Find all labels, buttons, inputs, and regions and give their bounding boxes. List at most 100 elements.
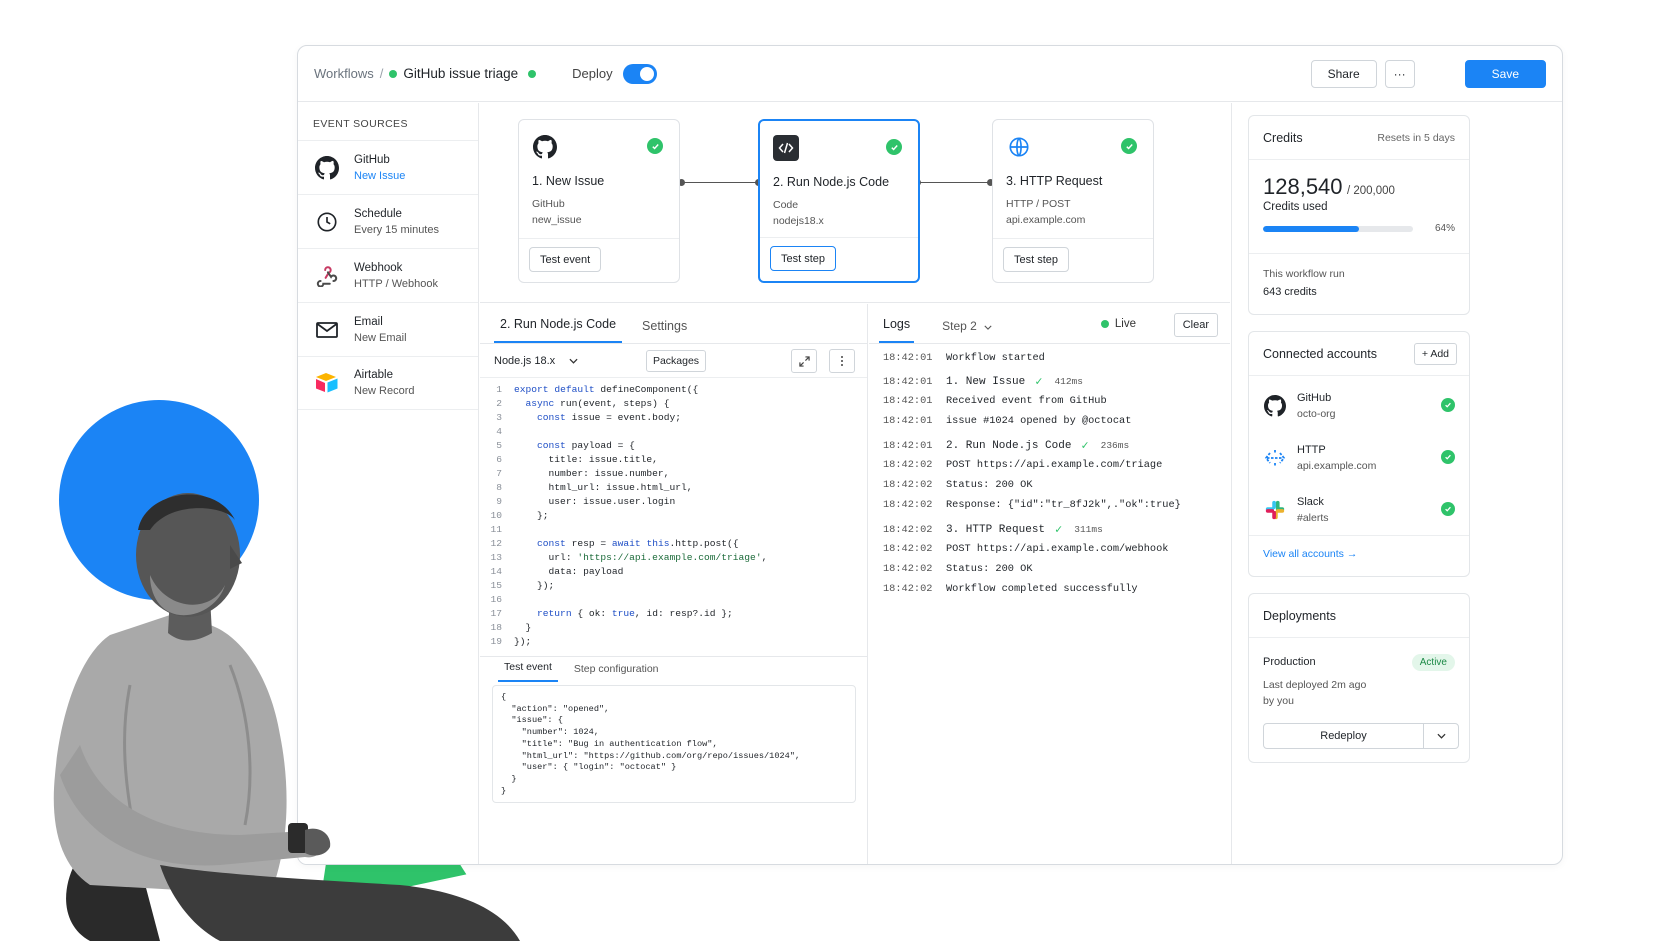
http-icon [1263,446,1287,470]
breadcrumb-workflows[interactable]: Workflows [314,66,374,81]
editor-tabs: 2. Run Node.js Code Settings [480,304,867,344]
source-email[interactable]: Email New Email [298,302,478,356]
github-icon [314,155,340,181]
share-button[interactable]: Share [1310,59,1377,88]
vertical-dots-icon [841,356,843,366]
chevron-down-icon [569,358,578,364]
account-slack[interactable]: Slack #alerts [1249,484,1469,536]
code-icon [773,135,799,161]
source-airtable[interactable]: Airtable New Record [298,356,478,410]
right-panel: Credits Resets in 5 days 128,540 / 200,0… [1231,103,1562,864]
deployment-env: Production [1263,656,1316,668]
drag-handle-button[interactable] [829,349,855,373]
packages-button[interactable]: Packages [646,350,706,372]
source-webhook-name: Webhook [354,261,403,274]
line-number: 2 [496,398,502,409]
step-select[interactable]: Step 2 [942,319,992,343]
node-app: GitHub [532,198,565,210]
webhook-icon [314,263,340,289]
breadcrumb-separator: / [379,66,384,81]
node-footer: Test step [993,238,1153,282]
source-schedule-sub: Every 15 minutes [354,223,439,236]
tab-settings[interactable]: Settings [636,319,693,343]
node-title: 2. Run Node.js Code [773,175,890,189]
accounts-header: Connected accounts + Add [1249,332,1469,376]
globe-icon [1006,134,1032,160]
log-row: 18:42:02 POST https://api.example.com/tri… [883,459,1162,471]
live-label: Live [1114,318,1136,330]
log-time: 18:42:02 [883,479,933,491]
credits-used-value: 128,540 [1263,174,1343,199]
log-row: 18:42:01 Workflow started [883,352,1045,364]
account-http[interactable]: HTTP api.example.com [1249,432,1469,484]
source-schedule[interactable]: Schedule Every 15 minutes [298,194,478,248]
log-row: 18:42:01 issue #1024 opened by @octocat [883,415,1131,427]
credits-title: Credits [1263,130,1303,145]
log-step-row: 18:42:02 3. HTTP Request ✓ 311ms [883,522,1103,537]
log-row: 18:42:02 Response: {"id":"tr_8fJ2k",."ok"… [883,499,1181,511]
accounts-title: Connected accounts [1263,346,1377,361]
redeploy-button[interactable]: Redeploy [1264,724,1424,748]
line-number: 1 [496,384,502,395]
account-github[interactable]: GitHub octo-org [1249,380,1469,432]
source-github[interactable]: GitHub New Issue [298,140,478,194]
log-time: 18:42:01 [883,439,933,452]
deploy-label: Deploy [572,66,613,81]
log-time: 18:42:01 [883,395,933,407]
log-message: 2. Run Node.js Code [946,439,1072,452]
expand-icon [798,355,810,367]
node-http-request[interactable]: 3. HTTP Request HTTP / POST api.example.… [992,119,1154,283]
log-row: 18:42:02 Workflow completed successfully [883,583,1138,595]
tab-step-configuration[interactable]: Step configuration [568,663,665,682]
code-line: 1 export default defineComponent({ [480,383,867,397]
code-text: const payload = { [537,440,635,451]
expand-button[interactable] [791,349,817,373]
source-webhook[interactable]: Webhook HTTP / Webhook [298,248,478,302]
topbar-actions: Share ··· Save [1310,59,1546,88]
node-title: 3. HTTP Request [1006,174,1103,188]
log-time: 18:42:01 [883,415,933,427]
node-run-nodejs[interactable]: 2. Run Node.js Code Code nodejs18.x Test… [758,119,920,283]
deployments-title: Deployments [1263,608,1336,623]
node-new-issue[interactable]: 1. New Issue GitHub new_issue Test event [518,119,680,283]
log-message: Response: {"id":"tr_8fJ2k",."ok":true} [946,499,1181,511]
log-duration: 311ms [1074,524,1103,535]
runtime-select[interactable]: Node.js 18.x [494,355,596,367]
node-app: Code [773,199,799,211]
deployed-by: by you [1263,695,1294,707]
save-button[interactable]: Save [1464,59,1546,88]
test-step-button[interactable]: Test step [770,246,837,271]
source-email-name: Email [354,315,383,328]
code-line: 6 title: issue.title, [480,453,867,467]
more-options-button[interactable]: ··· [1384,59,1415,88]
add-account-button[interactable]: + Add [1413,343,1457,365]
code-text: title: issue.title, [514,454,658,465]
check-icon: ✓ [1081,439,1089,453]
credits-card: Credits Resets in 5 days 128,540 / 200,0… [1248,115,1470,315]
credits-progress-fill [1263,226,1359,232]
log-duration: 236ms [1100,440,1130,451]
log-message: Received event from GitHub [946,395,1107,407]
source-schedule-name: Schedule [354,207,402,220]
workflow-name[interactable]: GitHub issue triage [403,66,518,81]
test-step-button[interactable]: Test step [1003,247,1070,272]
mail-icon [314,317,340,343]
success-check-icon [1121,138,1137,154]
redeploy-options-button[interactable] [1424,724,1458,748]
log-message: Status: 200 OK [946,563,1033,575]
node-runtime: nodejs18.x [773,215,824,227]
code-line: 3 const issue = event.body; [480,411,867,425]
connected-accounts-card: Connected accounts + Add GitHub octo-org [1248,331,1470,577]
deploy-toggle[interactable] [622,63,657,84]
code-line: 2 async run(event, steps) { [480,397,867,411]
connected-check-icon [1441,450,1455,464]
log-message: 3. HTTP Request [946,523,1046,536]
test-event-button[interactable]: Test event [529,247,602,272]
code-text: number: issue.number, [514,468,670,479]
tab-code[interactable]: 2. Run Node.js Code [494,317,623,343]
clear-logs-button[interactable]: Clear [1173,313,1218,337]
tab-logs[interactable]: Logs [879,317,915,343]
editor-toolbar: Node.js 18.x Packages [480,344,867,378]
credits-percent: 64% [1434,223,1455,234]
view-all-accounts-link[interactable]: View all accounts → [1249,535,1469,572]
